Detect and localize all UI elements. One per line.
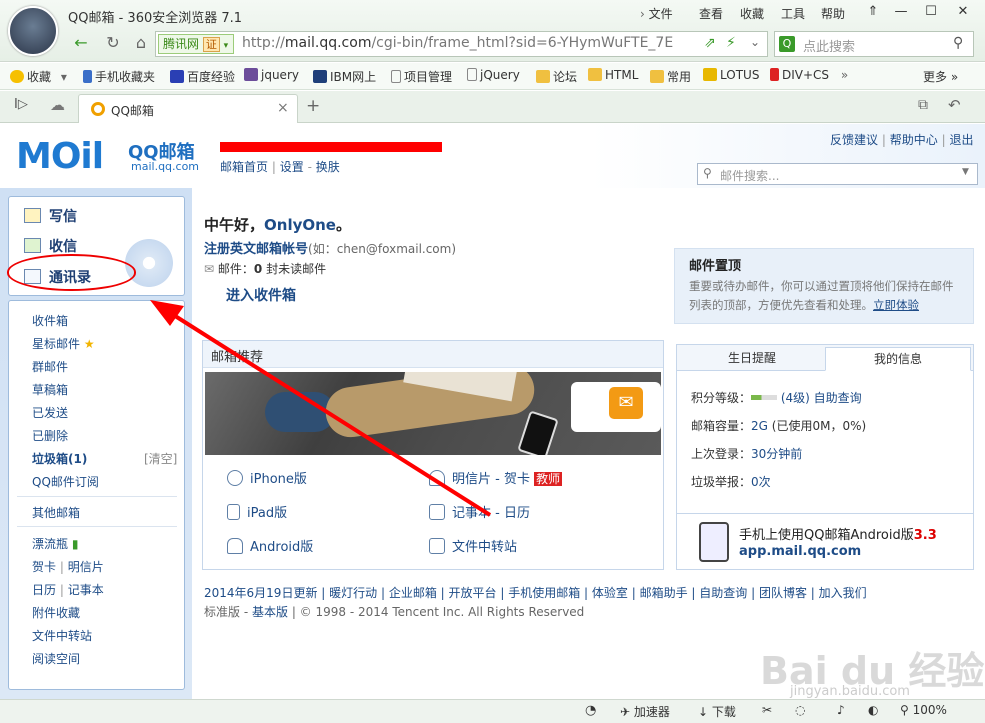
arrow-head xyxy=(150,300,184,326)
volume-icon[interactable]: ◐ xyxy=(868,703,878,717)
download-button[interactable]: ↓ 下载 xyxy=(698,703,736,720)
bubble-icon[interactable]: ◌ xyxy=(795,703,805,717)
audio-icon[interactable]: ♪ xyxy=(837,703,845,717)
zoom-level: 100% xyxy=(912,703,947,717)
download-label: 下载 xyxy=(711,705,736,719)
accelerator-label: 加速器 xyxy=(633,705,670,719)
screenshot-icon[interactable]: ✂ xyxy=(762,703,772,717)
status-bar: ◔ ✈ 加速器 ↓ 下载 ✂ ◌ ♪ ◐ ⚲ 100% xyxy=(0,699,985,723)
speed-icon[interactable]: ◔ xyxy=(585,703,596,718)
baidu-watermark-url: jingyan.baidu.com xyxy=(790,684,910,699)
accelerator-button[interactable]: ✈ 加速器 xyxy=(620,703,670,720)
zoom-control[interactable]: ⚲ 100% xyxy=(900,703,947,717)
annotation-arrow xyxy=(150,300,492,517)
arrow-shaft xyxy=(170,312,492,517)
